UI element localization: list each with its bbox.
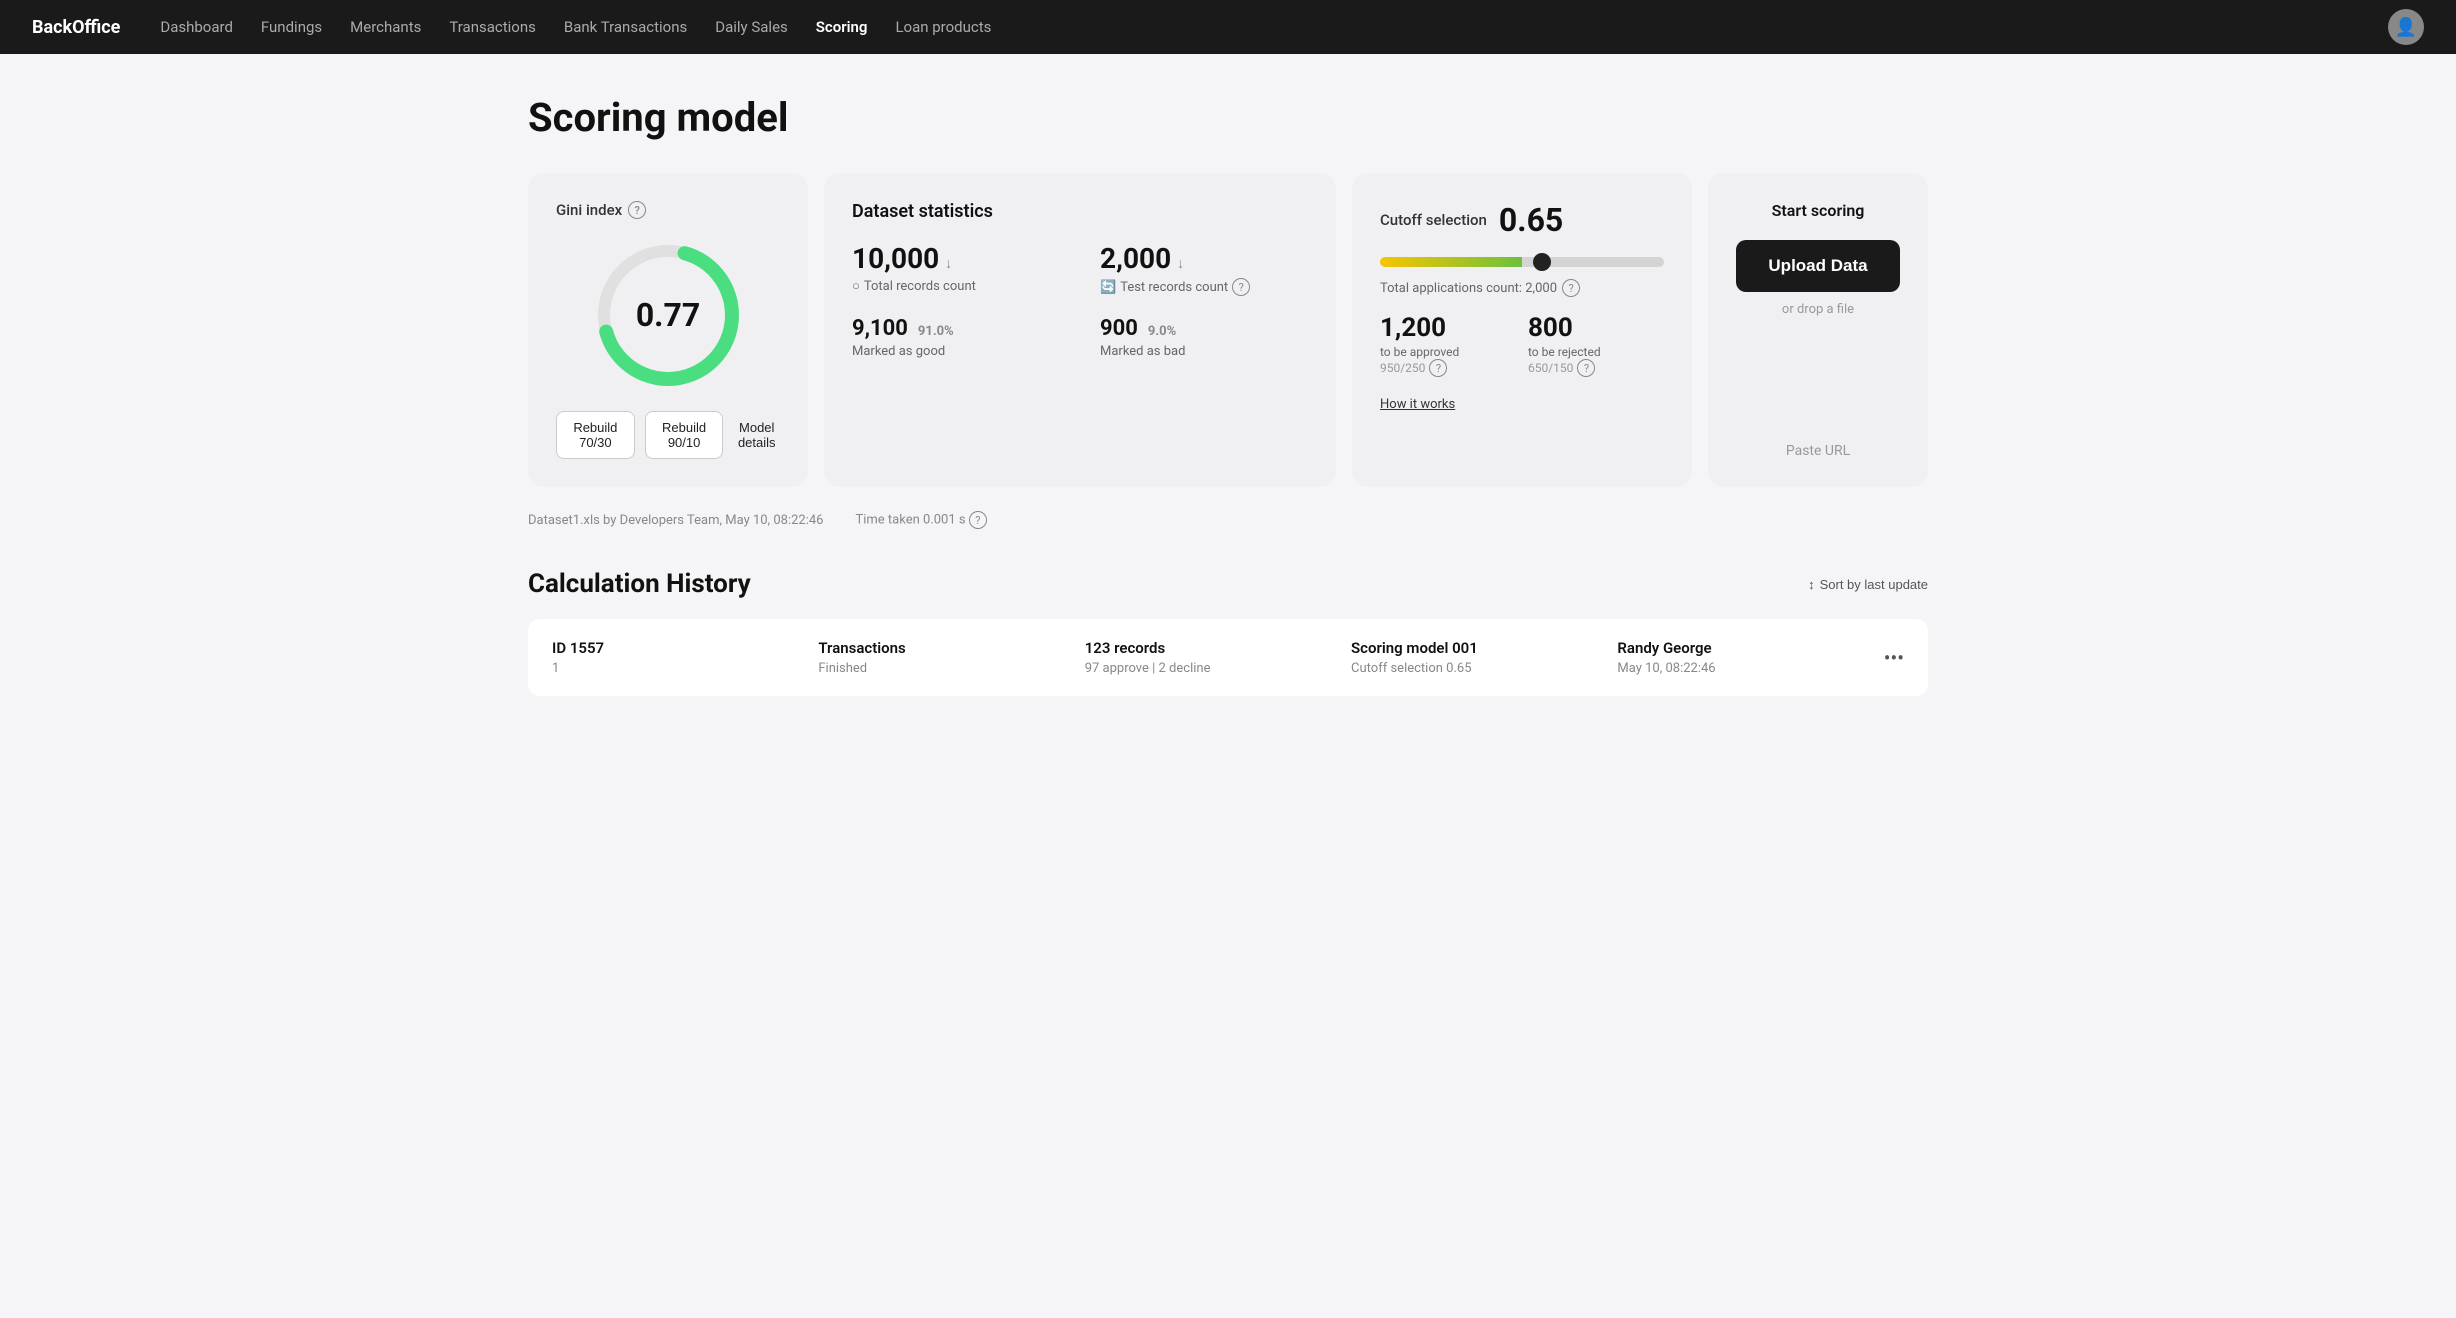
cutoff-apps-help-icon[interactable]: ? <box>1562 279 1580 297</box>
sort-label: Sort by last update <box>1820 577 1928 592</box>
nav-links: Dashboard Fundings Merchants Transaction… <box>160 18 2356 36</box>
bad-records-label: Marked as bad <box>1100 344 1308 359</box>
upload-section: Upload Data or drop a file <box>1736 240 1900 327</box>
cutoff-header: Cutoff selection 0.65 <box>1380 201 1664 239</box>
nav-transactions[interactable]: Transactions <box>449 18 536 36</box>
test-records-label: 🔄 Test records count ? <box>1100 278 1308 296</box>
gini-card: Gini index ? 0.77 Rebuild 70/30 Rebuild … <box>528 173 808 487</box>
cutoff-title: Cutoff selection <box>1380 211 1487 229</box>
or-drop-label: or drop a file <box>1736 302 1900 317</box>
cutoff-slider-track[interactable] <box>1380 257 1664 267</box>
history-user-col: Randy George May 10, 08:22:46 <box>1617 639 1883 676</box>
logo[interactable]: BackOffice <box>32 17 120 38</box>
approved-num: 1,200 <box>1380 313 1516 343</box>
history-records-col: 123 records 97 approve | 2 decline <box>1085 639 1351 676</box>
cutoff-thumb[interactable] <box>1533 253 1551 271</box>
history-more-button[interactable]: ••• <box>1884 646 1904 670</box>
good-records-pct: 91.0% <box>918 324 954 339</box>
history-title: Calculation History <box>528 569 751 599</box>
gini-buttons: Rebuild 70/30 Rebuild 90/10 Model detail… <box>556 411 780 459</box>
history-records-label: 123 records <box>1085 639 1351 657</box>
cutoff-card: Cutoff selection 0.65 Total applications… <box>1352 173 1692 487</box>
sort-button[interactable]: ↕ Sort by last update <box>1808 577 1928 592</box>
total-records-label: ○ Total records count <box>852 278 1060 294</box>
history-type-label: Transactions <box>818 639 1084 657</box>
history-user-label: Randy George <box>1617 639 1883 657</box>
history-model-col: Scoring model 001 Cutoff selection 0.65 <box>1351 639 1617 676</box>
total-records-stat: 10,000 ↓ ○ Total records count <box>852 242 1060 296</box>
rebuild-90-10-button[interactable]: Rebuild 90/10 <box>645 411 724 459</box>
total-records-value: 10,000 <box>852 242 939 275</box>
main-content: Scoring model Gini index ? 0.77 <box>488 54 1968 756</box>
start-scoring-card: Start scoring Upload Data or drop a file… <box>1708 173 1928 487</box>
rejected-help-icon[interactable]: ? <box>1577 359 1595 377</box>
rejected-num: 800 <box>1528 313 1664 343</box>
dataset-title: Dataset statistics <box>852 201 1308 222</box>
gini-value: 0.77 <box>636 296 700 334</box>
navbar: BackOffice Dashboard Fundings Merchants … <box>0 0 2456 54</box>
history-user-sub: May 10, 08:22:46 <box>1617 661 1883 676</box>
model-details-button[interactable]: Model details <box>733 411 780 459</box>
approved-help-icon[interactable]: ? <box>1429 359 1447 377</box>
nav-bank-transactions[interactable]: Bank Transactions <box>564 18 687 36</box>
file-info: Dataset1.xls by Developers Team, May 10,… <box>528 513 823 528</box>
paste-url-label[interactable]: Paste URL <box>1786 427 1850 459</box>
history-model-label: Scoring model 001 <box>1351 639 1617 657</box>
gini-help-icon[interactable]: ? <box>628 201 646 219</box>
nav-loan-products[interactable]: Loan products <box>895 18 991 36</box>
nav-daily-sales[interactable]: Daily Sales <box>715 18 788 36</box>
cutoff-stats: 1,200 to be approved 950/250 ? 800 to be… <box>1380 313 1664 377</box>
bad-records-value: 900 <box>1100 316 1138 341</box>
meta-row: Dataset1.xls by Developers Team, May 10,… <box>528 511 1928 529</box>
gini-chart-wrap: 0.77 <box>556 235 780 395</box>
good-records-label: Marked as good <box>852 344 1060 359</box>
approved-sub: 950/250 <box>1380 361 1425 375</box>
cutoff-value: 0.65 <box>1499 201 1563 239</box>
bad-records-pct: 9.0% <box>1148 324 1176 339</box>
bad-records-stat: 900 9.0% Marked as bad <box>1100 316 1308 359</box>
cards-row: Gini index ? 0.77 Rebuild 70/30 Rebuild … <box>528 173 1928 487</box>
history-section-header: Calculation History ↕ Sort by last updat… <box>528 569 1928 599</box>
good-records-stat: 9,100 91.0% Marked as good <box>852 316 1060 359</box>
nav-merchants[interactable]: Merchants <box>350 18 421 36</box>
history-id-col: ID 1557 1 <box>552 639 818 676</box>
test-records-help-icon[interactable]: ? <box>1232 278 1250 296</box>
gini-chart: 0.77 <box>588 235 748 395</box>
history-model-sub: Cutoff selection 0.65 <box>1351 661 1617 676</box>
history-row: ID 1557 1 Transactions Finished 123 reco… <box>528 619 1928 696</box>
how-it-works-link[interactable]: How it works <box>1380 397 1455 412</box>
nav-dashboard[interactable]: Dashboard <box>160 18 233 36</box>
good-records-value: 9,100 <box>852 316 908 341</box>
rejected-label: to be rejected <box>1528 345 1664 359</box>
test-records-arrow: ↓ <box>1177 255 1184 272</box>
nav-scoring[interactable]: Scoring <box>816 18 868 36</box>
start-scoring-title: Start scoring <box>1772 201 1865 220</box>
cutoff-apps-label: Total applications count: 2,000 ? <box>1380 279 1664 297</box>
rejected-stat: 800 to be rejected 650/150 ? <box>1528 313 1664 377</box>
test-records-stat: 2,000 ↓ 🔄 Test records count ? <box>1100 242 1308 296</box>
sort-icon: ↕ <box>1808 577 1815 592</box>
test-records-value: 2,000 <box>1100 242 1171 275</box>
rejected-sub: 650/150 <box>1528 361 1573 375</box>
approved-label: to be approved <box>1380 345 1516 359</box>
total-records-arrow: ↓ <box>945 255 952 272</box>
history-id-sub: 1 <box>552 661 818 676</box>
history-type-col: Transactions Finished <box>818 639 1084 676</box>
history-type-sub: Finished <box>818 661 1084 676</box>
time-help-icon[interactable]: ? <box>969 511 987 529</box>
nav-fundings[interactable]: Fundings <box>261 18 322 36</box>
upload-data-button[interactable]: Upload Data <box>1736 240 1900 292</box>
avatar[interactable]: 👤 <box>2388 9 2424 45</box>
dataset-grid: 10,000 ↓ ○ Total records count 2,000 ↓ <box>852 242 1308 359</box>
dataset-card: Dataset statistics 10,000 ↓ ○ Total reco… <box>824 173 1336 487</box>
history-records-sub: 97 approve | 2 decline <box>1085 661 1351 676</box>
time-info: Time taken 0.001 s ? <box>855 511 986 529</box>
history-id-label: ID 1557 <box>552 639 818 657</box>
approved-stat: 1,200 to be approved 950/250 ? <box>1380 313 1516 377</box>
page-title: Scoring model <box>528 94 1928 141</box>
rebuild-70-30-button[interactable]: Rebuild 70/30 <box>556 411 635 459</box>
gini-label: Gini index ? <box>556 201 780 219</box>
